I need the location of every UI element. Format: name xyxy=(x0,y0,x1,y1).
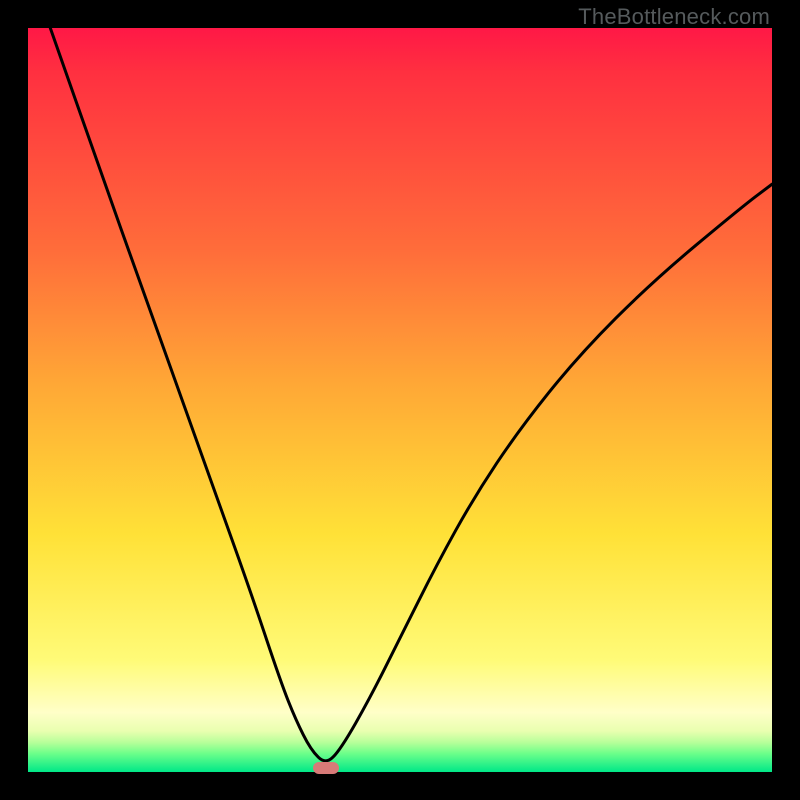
bottleneck-curve xyxy=(28,28,772,772)
bottleneck-marker xyxy=(313,762,339,774)
watermark-text: TheBottleneck.com xyxy=(578,4,770,30)
chart-frame: TheBottleneck.com xyxy=(0,0,800,800)
